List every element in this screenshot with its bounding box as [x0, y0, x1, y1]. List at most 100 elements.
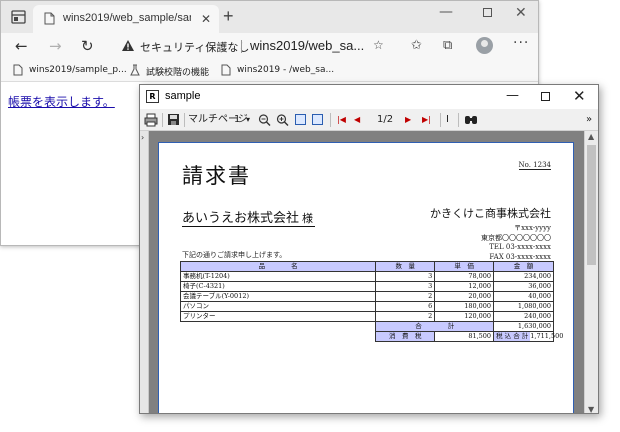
- tab-title: wins2019/web_sample/sample1: [63, 12, 191, 24]
- issuer-postal: 〒xxx-yyyy: [514, 224, 551, 232]
- tab-close-icon[interactable]: ✕: [201, 12, 211, 26]
- cell-price: 78,000: [434, 271, 495, 282]
- maximize-icon[interactable]: [541, 92, 550, 101]
- chevron-right-icon: ›: [141, 133, 145, 142]
- binoculars-icon[interactable]: [464, 112, 478, 128]
- close-window-icon[interactable]: ✕: [573, 87, 586, 105]
- close-window-icon[interactable]: ✕: [515, 4, 527, 21]
- fit-width-icon[interactable]: [295, 114, 306, 125]
- previous-page-icon[interactable]: ◀: [354, 112, 360, 128]
- avatar[interactable]: [476, 37, 493, 54]
- favorite-add-icon[interactable]: ☆: [373, 38, 384, 52]
- viewer-titlebar: R sample — ✕: [140, 85, 598, 109]
- maximize-icon[interactable]: [483, 8, 492, 17]
- cell-item: プリンター: [179, 311, 377, 322]
- cell-item: 事務机(T-1204): [179, 271, 377, 282]
- cell-amount: 40,000: [493, 291, 554, 302]
- cell-amount: 36,000: [493, 281, 554, 292]
- page-icon: [13, 64, 23, 76]
- minimize-icon[interactable]: —: [506, 88, 519, 103]
- cell-qty: 2: [375, 311, 436, 322]
- forward-button[interactable]: →: [49, 37, 62, 55]
- show-report-link[interactable]: 帳票を表示します。: [8, 93, 115, 110]
- table-row: 事務机(T-1204) 3 78,000 234,000: [179, 271, 554, 282]
- blank-cell: [181, 332, 376, 342]
- fit-page-icon[interactable]: [312, 114, 323, 125]
- tab-actions-icon[interactable]: [10, 9, 28, 25]
- first-page-icon[interactable]: |◀: [337, 112, 346, 128]
- text-select-icon[interactable]: I: [446, 112, 449, 128]
- report-viewer-window: R sample — ✕ マルチページ 1 ▾ |◀ ◀ 1/2 ▶ ▶| I …: [139, 84, 599, 414]
- reload-button[interactable]: ↻: [81, 37, 94, 55]
- zoom-in-icon[interactable]: [276, 112, 289, 128]
- table-header-row: 品 名 数 量 単 価 金 額: [179, 261, 554, 272]
- cell-price: 120,000: [434, 311, 495, 322]
- flask-icon: [130, 64, 140, 76]
- address-bar[interactable]: セキュリティ保護なし wins2019/web_sa...: [109, 34, 396, 59]
- subtotal-row: 合 計 1,630,000: [181, 321, 554, 332]
- issuer-tel: TEL 03-xxxx-xxxx: [489, 243, 551, 251]
- cell-qty: 2: [375, 291, 436, 302]
- recipient-honorific: 様: [302, 212, 314, 225]
- total-row: 消 費 税 81,500 税 込 合 計 1,711,500: [181, 331, 563, 342]
- tax-label: 消 費 税: [375, 331, 436, 342]
- cell-price: 180,000: [434, 301, 495, 312]
- address-divider: [241, 40, 242, 53]
- cell-item: パソコン: [179, 301, 377, 312]
- header-item: 品 名: [179, 261, 377, 272]
- vertical-scrollbar[interactable]: ▲ ▼: [584, 131, 598, 413]
- page-indicator[interactable]: 1/2: [377, 112, 393, 128]
- subtotal-label: 合 計: [375, 321, 495, 332]
- cell-amount: 234,000: [493, 271, 554, 282]
- page-icon: [221, 64, 231, 76]
- warning-icon[interactable]: [121, 39, 135, 52]
- new-tab-button[interactable]: +: [223, 7, 234, 25]
- print-icon[interactable]: [144, 112, 158, 128]
- recipient-company: あいうえお株式会社: [182, 211, 300, 226]
- bookmarks-bar: wins2019/sample_p... 試験校階の機能 wins2019 - …: [1, 60, 538, 82]
- scroll-down-icon[interactable]: ▼: [588, 405, 594, 413]
- toolbar-overflow-icon[interactable]: »: [586, 112, 592, 128]
- subtotal-value: 1,630,000: [493, 321, 554, 332]
- security-status[interactable]: セキュリティ保護なし: [140, 39, 249, 55]
- cell-price: 12,000: [434, 281, 495, 292]
- more-menu-icon[interactable]: ···: [513, 35, 529, 51]
- table-row: 椅子(C-4321) 3 12,000 36,000: [179, 281, 554, 292]
- scrollbar-thumb[interactable]: [587, 145, 596, 265]
- cell-qty: 6: [375, 301, 436, 312]
- scroll-up-icon[interactable]: ▲: [588, 132, 594, 141]
- cell-qty: 3: [375, 281, 436, 292]
- save-icon[interactable]: [167, 112, 180, 128]
- minimize-icon[interactable]: —: [439, 4, 453, 20]
- issuer-name: かきくけこ商事株式会社: [430, 207, 551, 220]
- tab-strip: wins2019/web_sample/sample1 ✕ + — ✕: [1, 1, 538, 33]
- favorites-icon[interactable]: ✩: [411, 38, 422, 53]
- header-amount: 金 額: [493, 261, 554, 272]
- chevron-down-icon[interactable]: ▾: [246, 112, 250, 128]
- document-title: 請求書: [182, 164, 251, 188]
- last-page-icon[interactable]: ▶|: [422, 112, 431, 128]
- tax-value: 81,500: [434, 331, 495, 342]
- table-row: 会議テーブル(Y-0012) 2 20,000 40,000: [179, 291, 554, 302]
- tab-active[interactable]: wins2019/web_sample/sample1 ✕: [33, 5, 219, 33]
- collections-icon[interactable]: ⧉: [443, 38, 452, 53]
- bookmark-label: 試験校階の機能: [146, 68, 210, 78]
- back-button[interactable]: ←: [15, 37, 28, 55]
- issuer-fax: FAX 03-xxxx-xxxx: [489, 253, 551, 261]
- viewer-title: sample: [165, 90, 201, 102]
- issuer-address: 東京都〇〇〇〇〇〇〇: [481, 234, 551, 242]
- table-row: プリンター 2 120,000 240,000: [179, 311, 554, 322]
- app-icon: R: [146, 90, 159, 103]
- toolbar-divider: [458, 113, 459, 127]
- next-page-icon[interactable]: ▶: [405, 112, 411, 128]
- report-canvas: › ▲ ▼ 請求書 No. 1234 あいうえお株式会社様 かきくけこ商事株式会…: [140, 131, 598, 413]
- header-qty: 数 量: [375, 261, 436, 272]
- side-panel-toggle[interactable]: ›: [140, 131, 149, 413]
- zoom-out-icon[interactable]: [258, 112, 271, 128]
- toolbar-divider: [162, 113, 163, 127]
- bookmark-label: wins2019/sample_p...: [29, 65, 127, 75]
- cell-amount: 1,080,000: [493, 301, 554, 312]
- table-row: パソコン 6 180,000 1,080,000: [179, 301, 554, 312]
- intro-text: 下記の通りご請求申し上げます。: [182, 251, 287, 259]
- url-text[interactable]: wins2019/web_sa...: [250, 38, 364, 53]
